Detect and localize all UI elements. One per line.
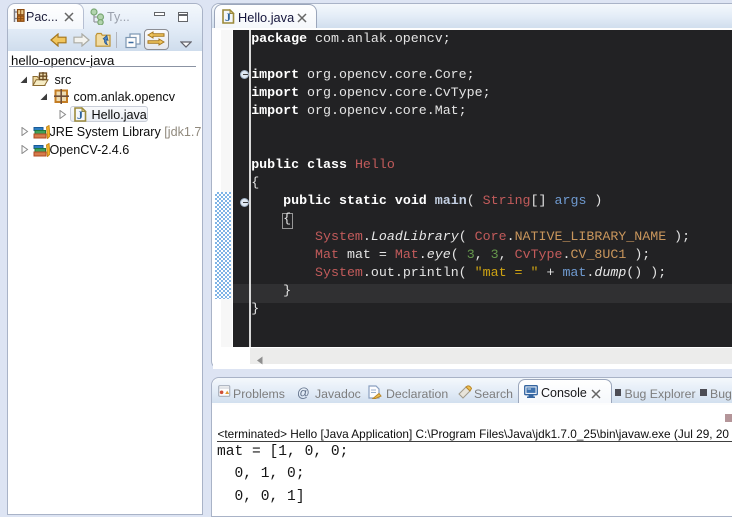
svg-text:J: J — [77, 108, 83, 122]
svg-text:J: J — [225, 10, 231, 24]
